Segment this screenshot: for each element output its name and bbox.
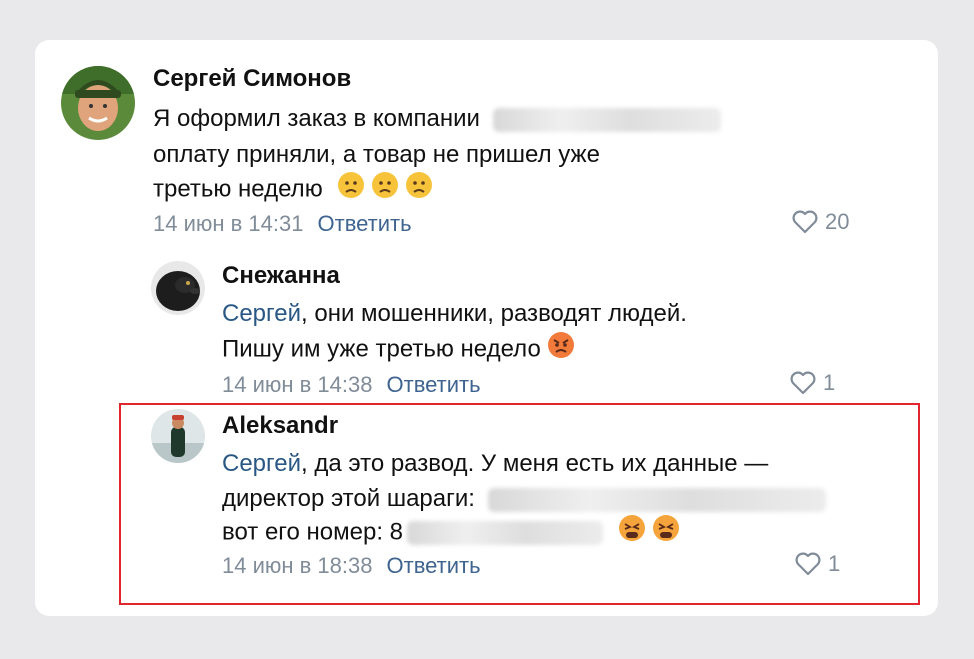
- comment-text-line: Я оформил заказ в компании: [153, 105, 480, 132]
- like-count: 1: [823, 370, 836, 395]
- comment-author[interactable]: Сергей Симонов: [153, 65, 351, 93]
- comment-text-line-3: вот его номер: 8: [222, 514, 682, 552]
- comment-text-line: , да это развод. У меня есть их данные —: [301, 450, 769, 477]
- blurred-director-name: [487, 487, 826, 512]
- avatar[interactable]: [151, 261, 205, 315]
- mention-link[interactable]: Сергей: [222, 300, 301, 327]
- like-button[interactable]: 1: [794, 551, 840, 577]
- comment-meta: 14 июн в 14:38 Ответить: [222, 372, 481, 398]
- reply-button[interactable]: Ответить: [387, 553, 481, 578]
- comment-text-line: оплату приняли, а товар не пришел уже: [153, 141, 600, 168]
- blurred-phone-number: [407, 521, 604, 545]
- comment-text-line: директор этой шараги:: [222, 485, 475, 512]
- heart-outline-icon: [792, 210, 818, 234]
- like-button[interactable]: 1: [789, 370, 835, 396]
- avatar[interactable]: [61, 66, 135, 140]
- comment-text-line-2: директор этой шараги:: [222, 481, 826, 516]
- blurred-company-name: [492, 107, 721, 132]
- comment-text: Сергей, да это развод. У меня есть их да…: [222, 446, 768, 481]
- heart-outline-icon: [790, 371, 816, 395]
- avatar[interactable]: [151, 409, 205, 463]
- tired-face-emoji: [618, 514, 682, 552]
- comment-date[interactable]: 14 июн в 18:38: [222, 553, 373, 578]
- angry-face-emoji: [547, 331, 575, 369]
- worried-face-emoji: [337, 171, 433, 209]
- comment-text-line: третью неделю: [153, 175, 323, 203]
- comment-author[interactable]: Снежанна: [222, 262, 340, 290]
- heart-outline-icon: [795, 552, 821, 576]
- comment-text-line-2: Пишу им уже третью недело: [222, 331, 575, 369]
- reply-button[interactable]: Ответить: [387, 372, 481, 397]
- comment-date[interactable]: 14 июн в 14:31: [153, 211, 304, 236]
- comment-text: Сергей, они мошенники, разводят людей.: [222, 296, 687, 331]
- comment-text: Я оформил заказ в компании: [153, 101, 721, 136]
- comment-meta: 14 июн в 18:38 Ответить: [222, 553, 481, 579]
- like-count: 1: [828, 551, 841, 576]
- comment-text-line-3: третью неделю: [153, 171, 433, 209]
- comment-author[interactable]: Aleksandr: [222, 412, 338, 440]
- mention-link[interactable]: Сергей: [222, 450, 301, 477]
- comment-meta: 14 июн в 14:31 Ответить: [153, 211, 412, 237]
- comment-text-line: , они мошенники, разводят людей.: [301, 300, 687, 327]
- comment-text-line: Пишу им уже третью недело: [222, 335, 541, 363]
- like-button[interactable]: 20: [791, 209, 849, 235]
- comment-date[interactable]: 14 июн в 14:38: [222, 372, 373, 397]
- comment-text-line: вот его номер: 8: [222, 518, 404, 546]
- reply-button[interactable]: Ответить: [318, 211, 412, 236]
- like-count: 20: [825, 209, 850, 234]
